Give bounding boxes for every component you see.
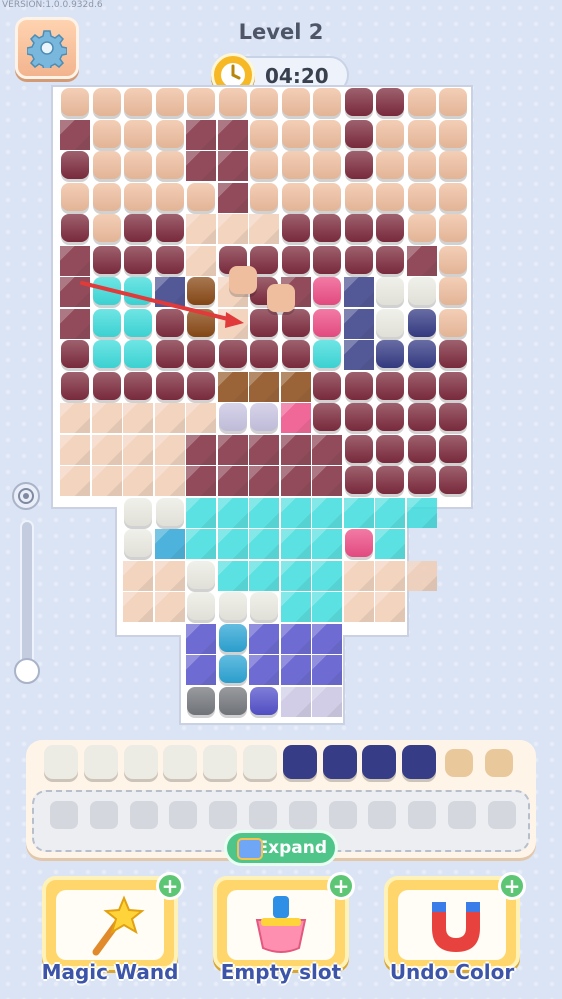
empty-slot: [368, 801, 397, 829]
star-wand-icon: [92, 895, 145, 956]
magic-wand-button[interactable]: + Magic Wand: [42, 872, 184, 986]
magnet-icon: [432, 902, 480, 952]
zoom-slider-handle[interactable]: [14, 658, 40, 684]
tray-tile: [362, 745, 397, 779]
add-booster-icon[interactable]: +: [327, 872, 355, 900]
tray-tile: [445, 749, 473, 777]
expand-button[interactable]: Expand: [224, 830, 338, 866]
empty-slot: [408, 801, 437, 829]
tray-tile: [402, 745, 437, 779]
undo-color-button[interactable]: + Undo Color: [384, 872, 526, 986]
tray-tile: [83, 745, 118, 779]
expand-label: Expand: [256, 838, 328, 858]
tray-tile: [44, 745, 78, 779]
brush-icon: [255, 896, 307, 953]
booster-label: Magic Wand: [41, 960, 179, 984]
tray-tile: [243, 745, 277, 779]
booster-label: Empty slot: [220, 960, 342, 984]
add-booster-icon[interactable]: +: [498, 872, 526, 900]
empty-slot: [328, 801, 357, 829]
empty-slot: [209, 801, 238, 829]
tray-tile: [322, 745, 357, 779]
zoom-slider[interactable]: [20, 520, 34, 680]
empty-slot: [50, 801, 78, 829]
tray-tile: [282, 745, 317, 779]
empty-slot: [89, 801, 118, 829]
empty-slot: [448, 801, 476, 829]
clapperboard-icon: [237, 838, 263, 860]
empty-slot-button[interactable]: + Empty slot: [213, 872, 355, 986]
tray-tile: [163, 745, 198, 779]
empty-slot: [487, 801, 516, 829]
target-icon[interactable]: [12, 482, 40, 510]
empty-slot: [169, 801, 198, 829]
empty-slot: [288, 801, 317, 829]
tray-tile: [203, 745, 238, 779]
add-booster-icon[interactable]: +: [156, 872, 184, 900]
tray-tile: [123, 745, 158, 779]
empty-slot: [129, 801, 158, 829]
booster-label: Undo Color: [389, 960, 515, 984]
tray-tile: [484, 749, 513, 777]
empty-slot: [249, 801, 277, 829]
